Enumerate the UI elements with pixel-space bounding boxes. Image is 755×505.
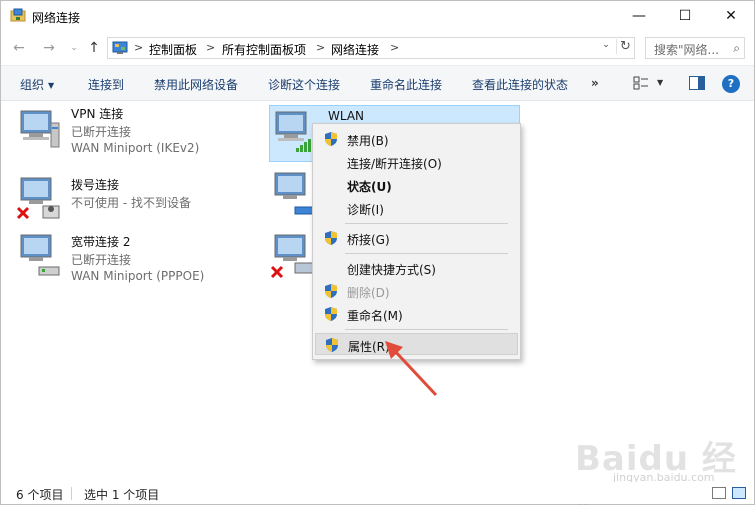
uac-shield-icon [325, 231, 337, 245]
breadcrumb-separator: > [134, 41, 144, 54]
uac-shield-icon [326, 338, 338, 352]
control-panel-icon [112, 41, 128, 54]
connection-status: 已断开连接 [71, 125, 132, 139]
organize-button[interactable]: 组织 ▼ [20, 76, 54, 93]
window-title: 网络连接 [32, 11, 81, 25]
breadcrumb-separator: > [316, 41, 326, 54]
chevron-down-icon: ▼ [48, 81, 55, 90]
menu-item-rename[interactable]: 重命名(M) [315, 303, 518, 325]
uac-shield-icon [325, 284, 337, 298]
connection-name: 拨号连接 [71, 178, 120, 192]
connection-item-vpn[interactable]: VPN 连接 已断开连接 WAN Miniport (IKEv2) [15, 105, 255, 161]
menu-item-label: 创建快捷方式(S) [347, 263, 436, 277]
search-placeholder: 搜索"网络... [654, 43, 719, 57]
context-menu: 禁用(B) 连接/断开连接(O) 状态(U) 诊断(I) 桥接(G) 创建快捷方… [312, 123, 521, 360]
menu-item-label: 状态(U) [347, 180, 392, 194]
title-bar: 网络连接 — ☐ ✕ [1, 1, 754, 31]
connection-name: VPN 连接 [71, 107, 124, 121]
address-row: ← → ⌄ ↑ > 控制面板 > 所有控制面板项 > 网络连接 > ⌄ ↻ 搜索… [1, 31, 754, 65]
diagnose-button[interactable]: 诊断这个连接 [268, 76, 340, 93]
connection-name: WLAN [328, 109, 365, 123]
search-input[interactable]: 搜索"网络... ⌕ [645, 37, 745, 59]
up-button[interactable]: ↑ [85, 39, 103, 57]
status-divider [71, 487, 72, 500]
vpn-computer-icon [20, 110, 60, 148]
annotation-arrow-icon [385, 341, 438, 397]
connection-device: WAN Miniport (PPPOE) [71, 269, 205, 283]
refresh-icon[interactable]: ↻ [616, 39, 634, 54]
back-button[interactable]: ← [10, 39, 28, 57]
menu-item-label: 连接/断开连接(O) [347, 157, 442, 171]
menu-item-create-shortcut[interactable]: 创建快捷方式(S) [315, 257, 518, 279]
menu-item-delete[interactable]: 删除(D) [315, 280, 518, 302]
status-bar: 6 个项目 选中 1 个项目 [1, 482, 754, 504]
disable-device-button[interactable]: 禁用此网络设备 [154, 76, 238, 93]
rename-button[interactable]: 重命名此连接 [370, 76, 442, 93]
broadband-computer-icon [20, 234, 60, 276]
preview-pane-icon[interactable] [689, 76, 705, 90]
menu-item-status[interactable]: 状态(U) [315, 174, 518, 196]
network-folder-icon [10, 8, 26, 22]
forward-button[interactable]: → [40, 39, 58, 57]
selected-count: 选中 1 个项目 [84, 488, 160, 502]
command-bar: 组织 ▼ 连接到 禁用此网络设备 诊断这个连接 重命名此连接 查看此连接的状态 »… [1, 65, 754, 101]
organize-label: 组织 [20, 78, 45, 92]
menu-item-label: 删除(D) [347, 286, 390, 300]
change-view-icon[interactable] [633, 75, 649, 91]
connection-status: 已断开连接 [71, 253, 132, 267]
address-dropdown-icon[interactable]: ⌄ [599, 40, 613, 50]
menu-item-label: 桥接(G) [347, 233, 390, 247]
help-icon[interactable]: ? [722, 75, 740, 93]
connection-device: WAN Miniport (IKEv2) [71, 141, 200, 155]
item-count: 6 个项目 [16, 488, 64, 502]
uac-shield-icon [325, 132, 337, 146]
minimize-button[interactable]: — [616, 1, 662, 31]
menu-item-diagnose[interactable]: 诊断(I) [315, 197, 518, 219]
breadcrumb-all-items[interactable]: 所有控制面板项 [222, 41, 306, 58]
menu-separator [345, 253, 508, 254]
connection-item-broadband[interactable]: 宽带连接 2 已断开连接 WAN Miniport (PPPOE) [15, 233, 255, 289]
view-options-chevron-icon[interactable]: ▼ [657, 78, 663, 87]
connection-name: 宽带连接 2 [71, 235, 131, 249]
search-icon[interactable]: ⌕ [733, 41, 740, 56]
breadcrumb-network-connections[interactable]: 网络连接 [331, 41, 379, 58]
disconnected-ethernet-icon [270, 234, 314, 279]
breadcrumb-separator: > [206, 41, 216, 54]
close-button[interactable]: ✕ [708, 1, 754, 31]
menu-item-connect-disconnect[interactable]: 连接/断开连接(O) [315, 151, 518, 173]
breadcrumb-separator: > [390, 41, 400, 54]
dialup-computer-icon [16, 177, 60, 220]
large-icons-view-icon[interactable] [732, 487, 746, 499]
menu-item-label: 禁用(B) [347, 134, 389, 148]
wlan-computer-icon [275, 111, 311, 152]
menu-item-bridge[interactable]: 桥接(G) [315, 227, 518, 249]
maximize-button[interactable]: ☐ [662, 1, 708, 31]
menu-separator [345, 329, 508, 330]
explorer-window: 网络连接 — ☐ ✕ ← → ⌄ ↑ > 控制面板 > 所有控制面板项 > 网络… [0, 0, 755, 505]
view-status-button[interactable]: 查看此连接的状态 [472, 76, 568, 93]
menu-item-label: 重命名(M) [347, 309, 403, 323]
menu-item-label: 诊断(I) [347, 203, 384, 217]
more-commands-button[interactable]: » [591, 76, 599, 90]
menu-separator [345, 223, 508, 224]
address-bar[interactable]: > 控制面板 > 所有控制面板项 > 网络连接 > ⌄ ↻ [107, 37, 635, 59]
details-view-icon[interactable] [712, 487, 726, 499]
connection-status: 不可使用 - 找不到设备 [71, 196, 191, 210]
ethernet-computer-icon [274, 172, 314, 215]
uac-shield-icon [325, 307, 337, 321]
connect-to-button[interactable]: 连接到 [88, 76, 124, 93]
menu-item-disable[interactable]: 禁用(B) [315, 128, 518, 150]
breadcrumb-control-panel[interactable]: 控制面板 [149, 41, 197, 58]
recent-locations-button[interactable]: ⌄ [65, 39, 83, 57]
connection-item-dialup[interactable]: 拨号连接 不可使用 - 找不到设备 [15, 176, 255, 232]
